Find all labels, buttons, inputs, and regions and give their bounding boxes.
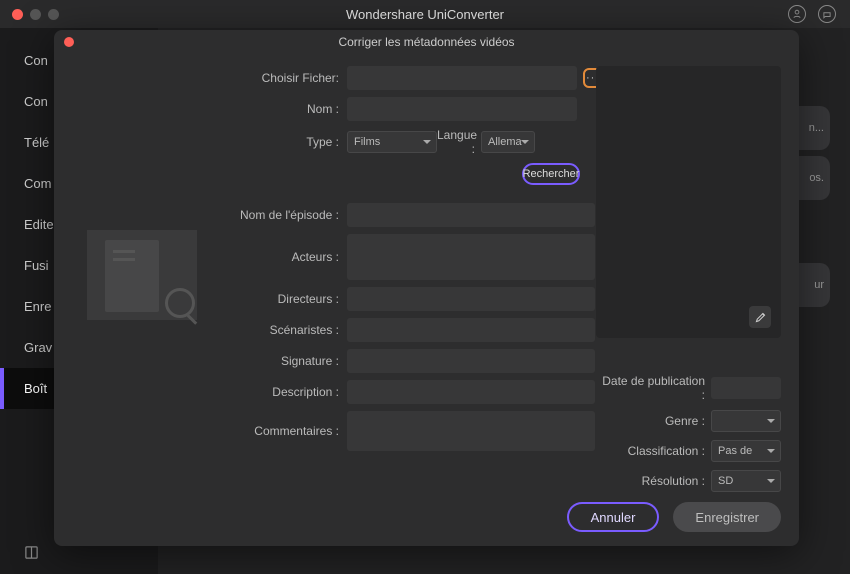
close-window-dot[interactable] — [12, 9, 23, 20]
choose-file-label: Choisir Ficher: — [212, 71, 347, 85]
modal-title: Corriger les métadonnées vidéos — [338, 35, 514, 49]
modal-titlebar: Corriger les métadonnées vidéos — [54, 30, 799, 54]
description-label: Description : — [212, 385, 347, 399]
name-input[interactable] — [347, 97, 577, 121]
bg-text: n... — [809, 122, 824, 134]
chevron-down-icon — [423, 140, 431, 144]
name-label: Nom : — [212, 102, 347, 116]
writers-input[interactable] — [347, 318, 595, 342]
language-value: Allema — [488, 136, 522, 148]
language-select[interactable]: Allema — [481, 131, 535, 153]
sidebar-item-label: Boît — [24, 381, 47, 396]
modal-close-dot[interactable] — [64, 37, 74, 47]
type-label: Type : — [212, 135, 347, 149]
sidebar-item-label: Con — [24, 94, 48, 109]
profile-icon[interactable] — [788, 5, 806, 23]
pubdate-label: Date de publication : — [596, 374, 711, 402]
sidebar-item-label: Edite — [24, 217, 54, 232]
genre-select[interactable] — [711, 410, 781, 432]
directors-input[interactable] — [347, 287, 595, 311]
sidebar-bottom-icons — [24, 545, 39, 564]
comments-label: Commentaires : — [212, 424, 347, 438]
cancel-button[interactable]: Annuler — [567, 502, 660, 532]
chevron-down-icon — [767, 479, 775, 483]
classification-value: Pas de — [718, 445, 752, 457]
actors-input[interactable] — [347, 234, 595, 280]
search-file-icon — [165, 288, 195, 318]
signature-label: Signature : — [212, 354, 347, 368]
bg-text: os. — [809, 172, 824, 184]
search-button[interactable]: Rechercher — [522, 163, 580, 185]
book-icon[interactable] — [24, 545, 39, 564]
edit-preview-button[interactable] — [749, 306, 771, 328]
pubdate-input[interactable] — [711, 377, 781, 399]
sidebar-item-label: Grav — [24, 340, 52, 355]
sidebar-item-label: Con — [24, 53, 48, 68]
chevron-down-icon — [767, 449, 775, 453]
minimize-window-dot[interactable] — [30, 9, 41, 20]
window-controls — [0, 9, 59, 20]
genre-label: Genre : — [596, 414, 711, 428]
directors-label: Directeurs : — [212, 292, 347, 306]
sidebar-item-label: Télé — [24, 135, 49, 150]
comments-input[interactable] — [347, 411, 595, 451]
language-label: Langue : — [437, 128, 481, 156]
sidebar-item-label: Com — [24, 176, 51, 191]
classification-label: Classification : — [596, 444, 711, 458]
classification-select[interactable]: Pas de — [711, 440, 781, 462]
app-titlebar: Wondershare UniConverter — [0, 0, 850, 28]
save-button[interactable]: Enregistrer — [673, 502, 781, 532]
episode-label: Nom de l'épisode : — [212, 208, 347, 222]
signature-input[interactable] — [347, 349, 595, 373]
episode-input[interactable] — [347, 203, 595, 227]
chevron-down-icon — [521, 140, 529, 144]
app-title: Wondershare UniConverter — [346, 7, 504, 22]
bg-text: ur — [814, 279, 824, 291]
writers-label: Scénaristes : — [212, 323, 347, 337]
description-input[interactable] — [347, 380, 595, 404]
thumbnail-placeholder — [72, 206, 212, 344]
help-icon[interactable] — [818, 5, 836, 23]
sidebar-item-label: Enre — [24, 299, 51, 314]
actors-label: Acteurs : — [212, 250, 347, 264]
resolution-select[interactable]: SD — [711, 470, 781, 492]
preview-box — [596, 66, 781, 338]
metadata-modal: Corriger les métadonnées vidéos Choisir … — [54, 30, 799, 546]
sidebar-item-label: Fusi — [24, 258, 49, 273]
type-select[interactable]: Films — [347, 131, 437, 153]
choose-file-input[interactable] — [347, 66, 577, 90]
resolution-value: SD — [718, 475, 733, 487]
resolution-label: Résolution : — [596, 474, 711, 488]
type-value: Films — [354, 136, 380, 148]
zoom-window-dot[interactable] — [48, 9, 59, 20]
chevron-down-icon — [767, 419, 775, 423]
